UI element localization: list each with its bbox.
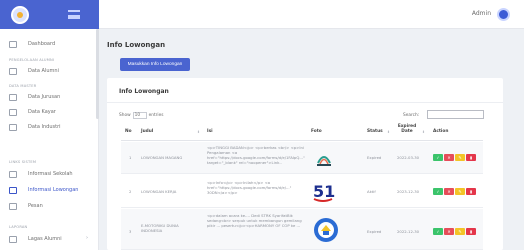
column-header-isi[interactable]: Isi [207,129,213,135]
sidebar-item-label: Data Jurusan [28,94,61,100]
sidebar-item-dashboard[interactable]: Dashboard [9,39,55,49]
book-icon [9,93,17,101]
add-job-button[interactable]: Masukkan Info Lowongan [120,58,190,71]
cell-expired-date: 2022-03-30 [397,155,420,160]
hamburger-menu-icon[interactable] [68,10,80,19]
delete-button[interactable]: ▮ [466,188,476,195]
card-title: Info Lowongan [119,88,169,95]
sidebar-item-label: Lagas Alumni [28,236,62,242]
section-heading: DATA MASTER [9,84,37,88]
sort-icon[interactable]: ⬍ [422,130,425,134]
users-icon [9,67,17,75]
delete-button[interactable]: ▮ [466,228,476,235]
cell-judul: LOWONGAN MAGANG [141,155,183,160]
edit-button[interactable]: ✎ [455,228,465,235]
approve-button[interactable]: ✓ [433,228,443,235]
sidebar-item-label: Informasi Lowongan [28,187,79,193]
column-header-action[interactable]: Action [433,129,448,135]
sidebar-item-informasi-sekolah[interactable]: Informasi Sekolah [9,169,73,179]
approve-button[interactable]: ✓ [433,188,443,195]
sidebar-item-pesan[interactable]: Pesan [9,201,43,211]
column-header-judul[interactable]: Judul [141,129,153,135]
job-photo-image [313,215,339,249]
sidebar-item-label: Data Industri [28,124,61,130]
svg-text:51: 51 [313,182,335,201]
search-label: Search: [403,113,420,118]
table-row: 1 LOWONGAN MAGANG <p>TINGGI BADAN</p> <p… [121,142,483,174]
cell-status: Aktif [367,189,376,194]
sidebar-item-data-alumni[interactable]: Data Alumni [9,66,59,76]
column-header-no[interactable]: No [125,129,132,135]
row-actions: ✓ ✕ ✎ ▮ [433,228,476,235]
show-label: Show [119,113,131,118]
sort-icon[interactable]: ⬍ [197,130,200,134]
delete-button[interactable]: ▮ [466,154,476,161]
cell-expired-date: 2022-12-30 [397,229,420,234]
section-heading: LINKS SISTEM [9,160,37,164]
building-icon [9,123,17,131]
sidebar-scrollbar[interactable] [96,29,99,119]
dashboard-icon [9,40,17,48]
cell-status: Expired [367,229,382,234]
approve-button[interactable]: ✓ [433,154,443,161]
reject-button[interactable]: ✕ [444,188,454,195]
user-name[interactable]: Admin [472,10,491,17]
section-heading: PENGELOLAAN ALUMNI [9,58,55,62]
table-row: 3 E-MOTORIKU DUNIA INDONESIA <p>dalam ac… [121,209,483,250]
entries-select[interactable]: 10 [132,112,147,119]
cell-isi: <p>dalam acara ke-... Dedi STRK Syarifat… [207,213,302,229]
column-header-expired-date[interactable]: Expired Date [395,124,419,134]
entries-label: entries [148,113,164,118]
cell-isi: <p>TINGGI BADAN</p> <p>berkas <br/> <p>I… [207,145,305,166]
school-logo-icon [11,6,29,24]
chevron-right-icon[interactable]: › [86,235,88,241]
sidebar-item-label: Data Alumni [28,68,59,74]
top-navbar: Admin [99,0,524,29]
report-icon [9,235,17,243]
sidebar-item-label: Data Kayar [28,109,56,115]
search-input[interactable] [427,110,484,119]
school-icon [9,170,17,178]
edit-button[interactable]: ✎ [455,188,465,195]
section-heading: LAPORAN [9,225,28,229]
row-actions: ✓ ✕ ✎ ▮ [433,188,476,195]
column-header-status[interactable]: Status [367,129,383,135]
avatar[interactable] [497,8,510,21]
page-title: Info Lowongan [107,41,166,49]
job-photo-image [313,149,335,171]
column-header-foto[interactable]: Foto [311,129,322,135]
cell-no: 3 [129,229,132,234]
cell-isi: <p>Info</p> <p>Inilah</p> <a href="https… [207,180,292,196]
sidebar-item-informasi-lowongan[interactable]: Informasi Lowongan [9,185,78,195]
cell-no: 2 [129,189,132,194]
divider [107,102,503,103]
cell-judul: LOWONGAN KERJA [141,189,177,194]
sidebar: Dashboard PENGELOLAAN ALUMNI Data Alumni… [0,29,99,250]
cell-no: 1 [129,155,132,160]
cell-status: Expired [367,155,382,160]
sidebar-item-label: Informasi Sekolah [28,171,73,177]
sort-icon[interactable]: ⬍ [387,130,390,134]
sidebar-item-data-kayar[interactable]: Data Kayar [9,107,56,117]
reject-button[interactable]: ✕ [444,228,454,235]
jobs-card: Info Lowongan Show 10 entries Search: No… [107,78,503,250]
reject-button[interactable]: ✕ [444,154,454,161]
brand-bar [0,0,99,29]
table-row: 2 LOWONGAN KERJA <p>Info</p> <p>Inilah</… [121,175,483,208]
table-header: No Judul ⬍ Isi Foto Status ⬍ Expired Dat… [121,123,483,141]
sidebar-item-label: Dashboard [28,41,56,47]
cell-expired-date: 2023-12-30 [397,189,420,194]
sidebar-item-data-industri[interactable]: Data Industri [9,122,61,132]
edit-button[interactable]: ✎ [455,154,465,161]
sidebar-item-lagas-alumni[interactable]: Lagas Alumni [9,234,62,244]
entries-length-control: Show 10 entries [119,112,164,119]
briefcase-icon [9,108,17,116]
job-photo-image: 51 [311,179,335,207]
row-actions: ✓ ✕ ✎ ▮ [433,154,476,161]
cell-judul: E-MOTORIKU DUNIA INDONESIA [141,223,179,234]
sidebar-item-label: Pesan [28,203,43,209]
sidebar-item-data-jurusan[interactable]: Data Jurusan [9,92,60,102]
job-icon [9,186,17,194]
message-icon [9,202,17,210]
